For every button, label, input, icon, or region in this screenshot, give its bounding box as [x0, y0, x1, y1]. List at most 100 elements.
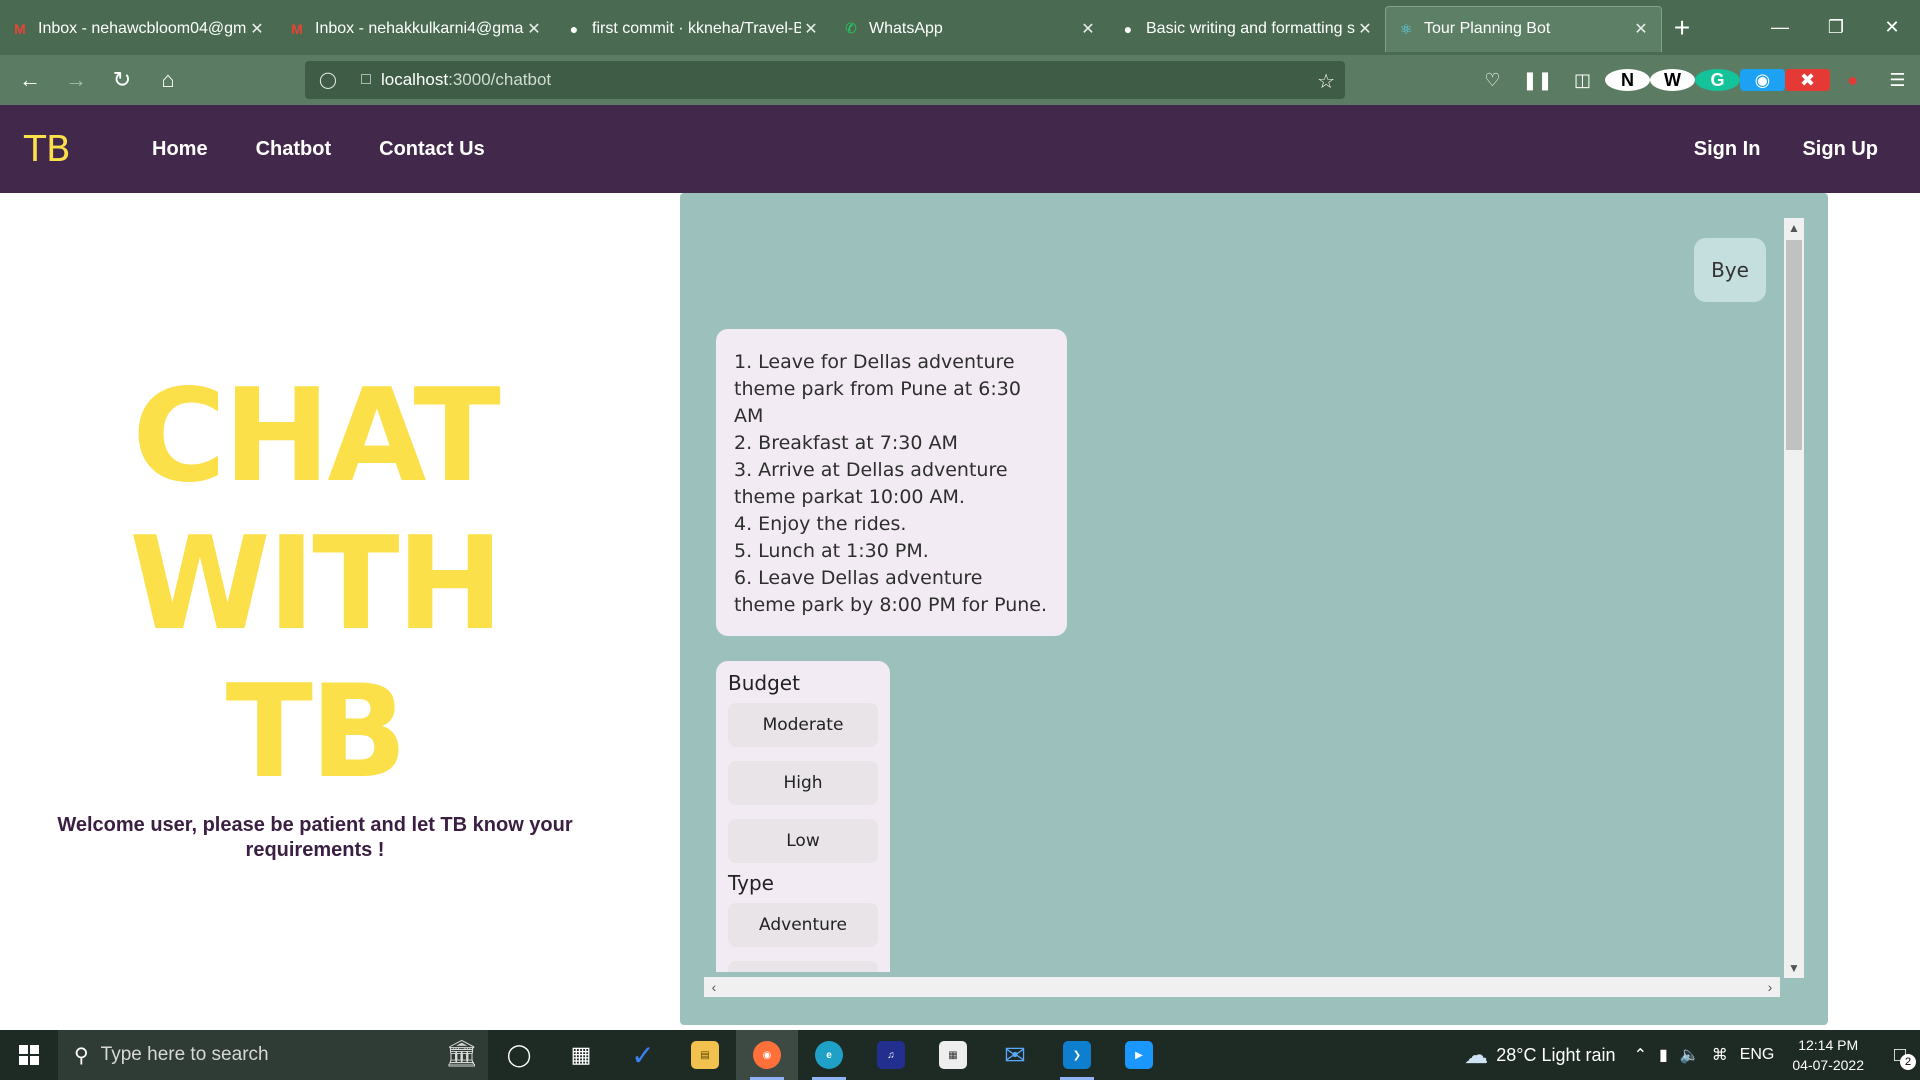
page-icon: □	[361, 71, 371, 88]
browser-tab-strip: M Inbox - nehawcbloom04@gma ✕ M Inbox - neha…	[0, 0, 1920, 55]
back-icon[interactable]: ←	[8, 60, 52, 100]
clock-date: 04-07-2022	[1792, 1057, 1864, 1073]
tab-title: Basic writing and formatting sy	[1146, 19, 1355, 37]
task-view-icon[interactable]: ▦	[550, 1030, 612, 1080]
scrollbar-thumb[interactable]	[1786, 240, 1802, 450]
tab-close-icon[interactable]: ✕	[1355, 19, 1375, 39]
sign-up-link[interactable]: Sign Up	[1802, 138, 1878, 161]
browser-tab[interactable]: ● Basic writing and formatting sy ✕	[1108, 6, 1385, 52]
screenshot-extension-icon[interactable]: ◉	[1740, 69, 1785, 91]
todo-icon[interactable]: ✓	[612, 1030, 674, 1080]
scroll-down-icon[interactable]: ▼	[1784, 958, 1804, 978]
cortana-icon[interactable]: ◯	[488, 1030, 550, 1080]
chevron-up-icon[interactable]: ⌃	[1634, 1045, 1647, 1065]
scroll-up-icon[interactable]: ▲	[1784, 218, 1804, 238]
type-adventure-button[interactable]: Adventure	[728, 903, 878, 947]
whatsapp-icon: ✆	[845, 20, 857, 36]
restore-icon[interactable]: ❐	[1808, 0, 1864, 55]
start-button[interactable]	[0, 1030, 58, 1080]
notion-extension-icon[interactable]: N	[1605, 69, 1650, 91]
new-tab-button[interactable]: +	[1662, 12, 1702, 44]
tab-close-icon[interactable]: ✕	[247, 19, 267, 39]
edge-icon[interactable]: e	[798, 1030, 860, 1080]
sidebar-icon[interactable]: ◫	[1560, 70, 1605, 91]
chat-messages[interactable]: Bye 1. Leave for Dellas adventure theme …	[704, 218, 1780, 972]
clock[interactable]: 12:14 PM 04-07-2022	[1792, 1035, 1864, 1075]
github-icon: ●	[569, 20, 579, 37]
search-highlight-icon[interactable]: 🏛	[445, 1038, 478, 1069]
adblock-extension-icon[interactable]: ✖	[1785, 69, 1830, 91]
tab-title: first commit · kkneha/Travel-Bo	[592, 19, 801, 37]
browser-tab[interactable]: ✆ WhatsApp ✕	[831, 6, 1108, 52]
amazon-music-icon[interactable]: ♫	[860, 1030, 922, 1080]
forward-icon[interactable]: →	[54, 60, 98, 100]
wifi-icon[interactable]: ⌘	[1712, 1045, 1728, 1065]
vertical-scrollbar[interactable]: ▲ ▼	[1784, 218, 1804, 978]
url-host: localhost	[381, 70, 449, 89]
browser-toolbar: ← → ↻ ⌂ ◯ □ localhost:3000/chatbot ☆ ♡ ❚…	[0, 55, 1920, 105]
scroll-right-icon[interactable]: ›	[1760, 977, 1780, 997]
volume-icon[interactable]: 🔈	[1680, 1045, 1700, 1065]
cloud-rain-icon: ☁	[1464, 1041, 1489, 1069]
pocket-icon[interactable]: ♡	[1470, 70, 1515, 91]
browser-tab[interactable]: M Inbox - nehakkulkarni4@gmail ✕	[277, 6, 554, 52]
firefox-icon[interactable]: ◉	[736, 1030, 798, 1080]
tab-close-icon[interactable]: ✕	[524, 19, 544, 39]
tab-close-icon[interactable]: ✕	[801, 19, 821, 39]
microsoft-store-icon[interactable]: ▦	[922, 1030, 984, 1080]
browser-tab[interactable]: ● first commit · kkneha/Travel-Bo ✕	[554, 6, 831, 52]
nav-chatbot[interactable]: Chatbot	[256, 138, 332, 161]
budget-high-button[interactable]: High	[728, 761, 878, 805]
battery-icon[interactable]: ▮	[1659, 1045, 1668, 1065]
gmail-icon: M	[291, 20, 303, 37]
sign-in-link[interactable]: Sign In	[1694, 138, 1761, 161]
url-path: :3000/chatbot	[448, 70, 552, 89]
weather-widget[interactable]: ☁ 28°C Light rain	[1464, 1041, 1615, 1070]
grammarly-extension-icon[interactable]: G	[1695, 69, 1740, 91]
nav-contact-us[interactable]: Contact Us	[379, 138, 485, 161]
user-message-bubble: Bye	[1694, 238, 1766, 302]
tab-close-icon[interactable]: ✕	[1078, 19, 1098, 39]
tab-close-icon[interactable]: ✕	[1631, 19, 1651, 39]
hero-title: CHAT WITH TB	[20, 363, 610, 807]
gmail-icon: M	[14, 20, 26, 37]
reload-icon[interactable]: ↻	[100, 60, 144, 100]
prime-video-icon[interactable]: ▶	[1108, 1030, 1170, 1080]
welcome-message: Welcome user, please be patient and let …	[57, 814, 573, 861]
browser-tab[interactable]: M Inbox - nehawcbloom04@gma ✕	[0, 6, 277, 52]
nav-home[interactable]: Home	[152, 138, 208, 161]
browser-extensions: ♡ ❚❚ ◫ N W G ◉ ✖ ● ☰	[1470, 55, 1920, 105]
browser-tab[interactable]: ⚛ Tour Planning Bot ✕	[1385, 5, 1662, 52]
url-bar[interactable]: ◯ □ localhost:3000/chatbot ☆	[305, 61, 1345, 99]
search-icon: ⚲	[74, 1044, 89, 1067]
record-extension-icon[interactable]: ●	[1830, 69, 1875, 91]
notification-badge: 2	[1900, 1054, 1916, 1070]
budget-low-button[interactable]: Low	[728, 819, 878, 863]
horizontal-scrollbar[interactable]: ‹ ›	[704, 977, 1780, 997]
notification-center-icon[interactable]: □ 2	[1880, 1030, 1920, 1080]
mail-icon[interactable]: ✉	[984, 1030, 1046, 1080]
bookmark-star-icon[interactable]: ☆	[1317, 69, 1335, 94]
type-label: Type	[728, 871, 774, 895]
vscode-icon[interactable]: ❯	[1046, 1030, 1108, 1080]
auth-links: Sign In Sign Up	[1694, 105, 1920, 193]
home-icon[interactable]: ⌂	[146, 60, 190, 100]
itinerary-step: 4. Enjoy the rides.	[734, 513, 907, 535]
file-explorer-icon[interactable]: ▤	[674, 1030, 736, 1080]
type-next-button-partial[interactable]	[728, 961, 878, 972]
brand-logo[interactable]: TB	[24, 129, 104, 170]
menu-icon[interactable]: ☰	[1875, 70, 1920, 91]
library-icon[interactable]: ❚❚	[1515, 70, 1560, 91]
taskbar-search[interactable]: ⚲ Type here to search 🏛	[58, 1030, 488, 1080]
wordtune-extension-icon[interactable]: W	[1650, 69, 1695, 91]
weather-text: 28°C Light rain	[1496, 1044, 1616, 1065]
language-indicator[interactable]: ENG	[1740, 1046, 1775, 1064]
close-window-icon[interactable]: ✕	[1864, 0, 1920, 55]
scroll-left-icon[interactable]: ‹	[704, 977, 724, 997]
shield-icon[interactable]: ◯	[313, 70, 343, 90]
clock-time: 12:14 PM	[1798, 1037, 1859, 1053]
budget-moderate-button[interactable]: Moderate	[728, 703, 878, 747]
itinerary-step: 6. Leave Dellas adventure theme park by …	[734, 567, 1048, 616]
tab-title: Tour Planning Bot	[1424, 20, 1551, 37]
minimize-icon[interactable]: —	[1752, 0, 1808, 55]
